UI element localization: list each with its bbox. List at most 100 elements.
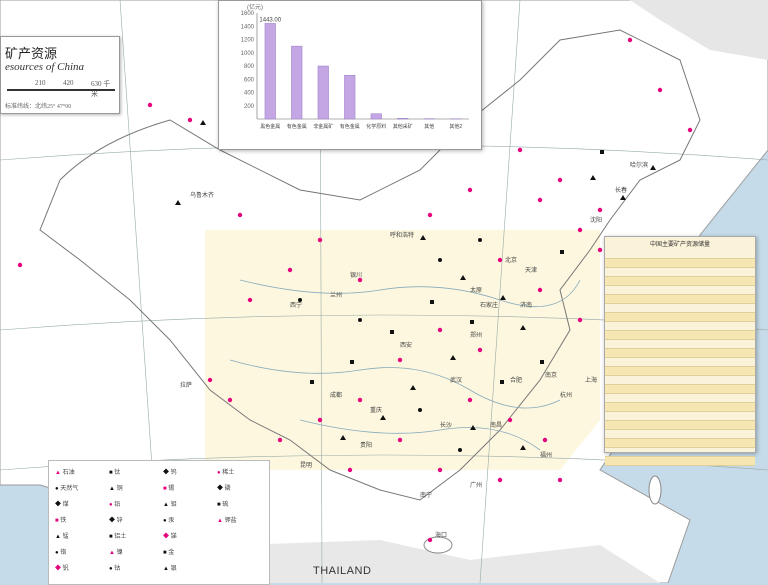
table-row	[605, 322, 755, 331]
legend-item: ● 汞	[163, 515, 174, 524]
city-label: 昆明	[300, 460, 312, 469]
central-zone	[205, 230, 600, 470]
y-axis-label: (亿元)	[247, 3, 263, 11]
table-row	[605, 421, 755, 430]
legend-label: 锰	[63, 534, 69, 540]
legend-item: ● 稀土	[217, 467, 234, 476]
chart-bar	[318, 66, 329, 119]
legend-label: 锡	[168, 486, 174, 492]
city-label: 济南	[520, 300, 532, 309]
city-label: 上海	[585, 375, 597, 384]
city-label: 兰州	[330, 290, 342, 299]
city-label: 太原	[470, 285, 482, 294]
legend-item: ● 铅	[109, 499, 120, 508]
table-row	[605, 394, 755, 403]
city-label: 重庆	[370, 405, 382, 414]
y-tick-label: 1400	[241, 24, 255, 30]
legend-label: 汞	[168, 518, 174, 524]
legend-symbol-icon: ▲	[163, 502, 171, 508]
table-row	[605, 385, 755, 394]
table-row	[605, 367, 755, 376]
chart-bar	[265, 23, 276, 119]
city-label: 武汉	[450, 375, 462, 384]
table-row	[605, 376, 755, 385]
legend-item: ▲ 钾盐	[217, 515, 237, 524]
x-tick-label: 其他采矿	[393, 123, 413, 130]
table-row	[605, 304, 755, 313]
legend-label: 铜	[117, 486, 123, 492]
city-label: 西宁	[290, 300, 302, 309]
legend-item: ◆ 钨	[163, 467, 177, 476]
y-tick-label: 800	[244, 64, 255, 70]
x-tick-label: 其他2	[449, 123, 462, 130]
city-label: 银川	[350, 270, 362, 279]
y-tick-label: 400	[244, 91, 255, 97]
legend-label: 钼	[171, 502, 177, 508]
legend-label: 锑	[171, 534, 177, 540]
table-row	[605, 331, 755, 340]
city-label: 拉萨	[180, 380, 192, 389]
chart-bar	[291, 46, 302, 119]
city-label: 海口	[435, 530, 447, 539]
table-row	[605, 295, 755, 304]
x-tick-label: 有色金属	[287, 123, 307, 130]
legend-label: 稀土	[222, 470, 234, 476]
table-row	[605, 259, 755, 268]
y-tick-label: 1600	[241, 11, 255, 17]
legend-item: ▲ 铜	[109, 483, 123, 492]
legend-label: 金	[168, 550, 174, 556]
legend-symbol-icon: ◆	[55, 502, 63, 508]
legend-item: ■ 金	[163, 547, 174, 556]
legend-label: 钾盐	[225, 518, 237, 524]
legend-label: 铬	[60, 550, 66, 556]
y-tick-label: 200	[244, 104, 255, 110]
legend-symbol-icon: ▲	[163, 566, 171, 572]
city-label: 石家庄	[480, 300, 498, 309]
city-label: 沈阳	[590, 215, 602, 224]
legend-item: ■ 钛	[109, 467, 120, 476]
legend-item: ■ 铝土	[109, 531, 126, 540]
chart-panel: 1600140012001000800600400200(亿元)黑色金属有色金属…	[218, 0, 482, 150]
projection-note: 标准纬线：北纬25° 47°00	[5, 101, 71, 110]
top-value-label: 1443.00	[259, 17, 281, 23]
legend-label: 锌	[117, 518, 123, 524]
table-row	[605, 250, 755, 259]
legend-item: ■ 铁	[55, 515, 66, 524]
legend-label: 天然气	[60, 486, 78, 492]
city-label: 南京	[545, 370, 557, 379]
table-row	[605, 268, 755, 277]
city-label: 天津	[525, 265, 537, 274]
city-label: 贵阳	[360, 440, 372, 449]
city-label: 广州	[470, 480, 482, 489]
table-title: 中国主要矿产资源储量	[605, 237, 755, 250]
legend-label: 钛	[114, 470, 120, 476]
legend-item: ▲ 石油	[55, 467, 75, 476]
map-title-cn: 矿产资源	[5, 43, 57, 62]
scale-value-2: 420	[63, 79, 74, 87]
bar-chart: 1600140012001000800600400200(亿元)黑色金属有色金属…	[219, 1, 481, 149]
legend-panel: ▲ 石油● 天然气◆ 煤■ 铁▲ 锰● 铬◆ 钒■ 钛▲ 铜● 铅◆ 锌■ 铝土…	[48, 460, 270, 585]
legend-symbol-icon: ◆	[163, 470, 171, 476]
legend-item: ■ 锡	[163, 483, 174, 492]
legend-item: ◆ 锌	[109, 515, 123, 524]
table-row	[605, 448, 755, 457]
legend-label: 钒	[63, 566, 69, 572]
city-label: 杭州	[560, 390, 572, 399]
legend-label: 铅	[114, 502, 120, 508]
taiwan-island	[649, 476, 661, 504]
legend-symbol-icon: ▲	[55, 470, 63, 476]
table-row	[605, 349, 755, 358]
x-tick-label: 有色金属	[340, 123, 360, 130]
legend-item: ▲ 钼	[163, 499, 177, 508]
city-label: 北京	[505, 255, 517, 264]
title-box: 矿产资源 esources of China 210 420 630 千米 标准…	[0, 36, 120, 114]
legend-item: ◆ 锑	[163, 531, 177, 540]
legend-item: ◆ 钒	[55, 563, 69, 572]
legend-item: ● 钴	[109, 563, 120, 572]
reserves-table: 中国主要矿产资源储量	[604, 236, 756, 453]
city-label: 长春	[615, 185, 627, 194]
city-label: 成都	[330, 390, 342, 399]
city-label: 合肥	[510, 375, 522, 384]
legend-symbol-icon: ▲	[55, 534, 63, 540]
city-label: 南宁	[420, 490, 432, 499]
